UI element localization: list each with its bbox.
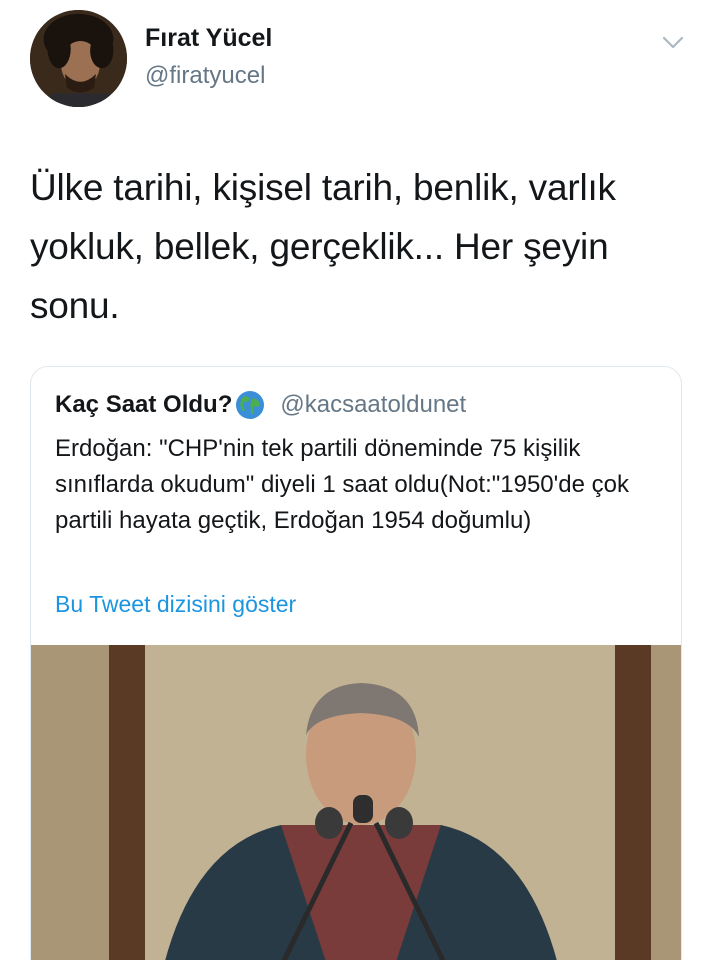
quoted-tweet-header: Kaç Saat Oldu? @kacsaatoldunet xyxy=(55,389,466,421)
quoted-tweet-photo[interactable] xyxy=(31,645,681,960)
avatar-photo xyxy=(30,10,127,107)
quoted-author-name[interactable]: Kaç Saat Oldu? xyxy=(55,391,232,419)
quoted-tweet-card[interactable]: Kaç Saat Oldu? @kacsaatoldunet Erdoğan: … xyxy=(30,366,682,960)
quoted-author-handle[interactable]: @kacsaatoldunet xyxy=(280,391,466,419)
author-name[interactable]: Fırat Yücel xyxy=(145,24,272,53)
author-handle[interactable]: @firatyucel xyxy=(145,62,265,90)
chevron-down-icon xyxy=(662,36,684,49)
author-avatar[interactable] xyxy=(30,10,127,107)
tweet-text: Ülke tarihi, kişisel tarih, benlik, varl… xyxy=(30,167,616,326)
globe-icon xyxy=(234,389,266,421)
show-thread-link[interactable]: Bu Tweet dizisini göster xyxy=(55,591,296,618)
quoted-tweet-text: Erdoğan: "CHP'nin tek partili döneminde … xyxy=(55,435,629,534)
more-options-button[interactable] xyxy=(661,32,685,52)
